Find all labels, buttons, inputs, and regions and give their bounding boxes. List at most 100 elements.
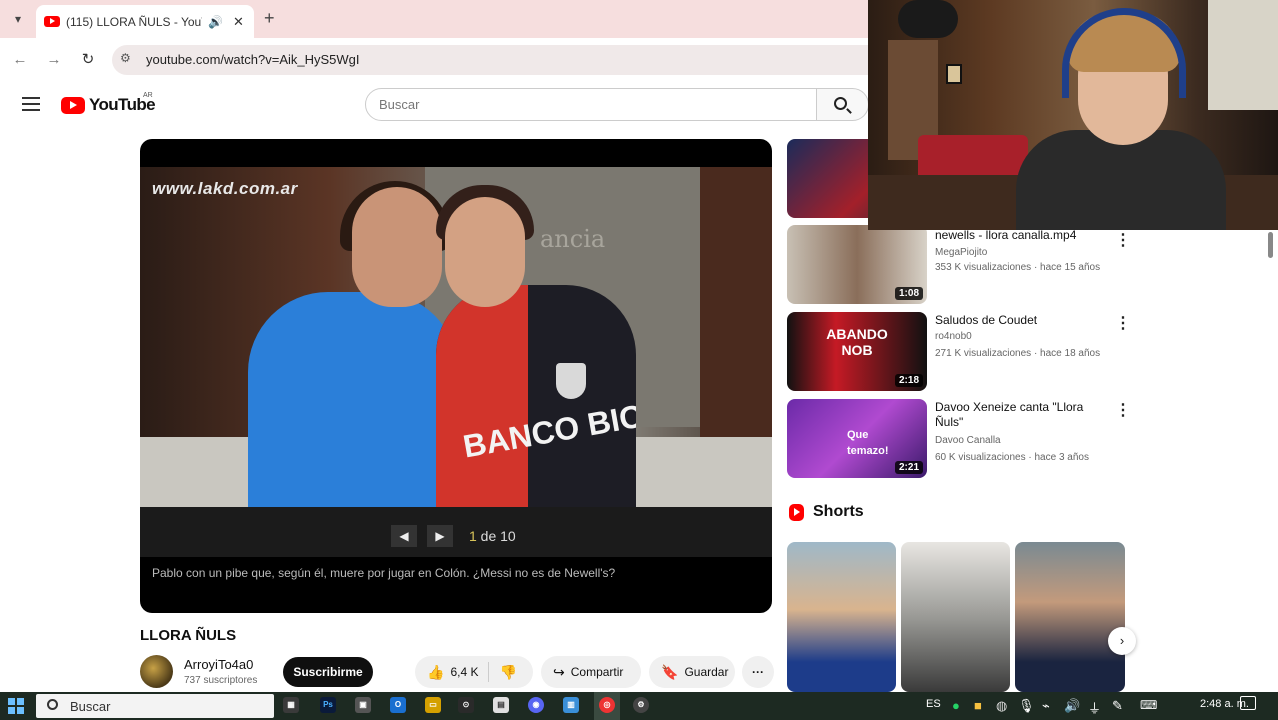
related-thumbnail[interactable]: ABANDO NOB 2:18 [787, 312, 927, 391]
gallery-caption: Pablo con un pibe que, según él, muere p… [152, 566, 616, 580]
save-label: Guardar [684, 665, 729, 679]
related-thumbnail[interactable]: Que temazo! 2:21 [787, 399, 927, 478]
obs-icon[interactable]: ⊙ [458, 697, 474, 713]
related-thumbnail[interactable]: 1:08 [787, 225, 927, 304]
search-button[interactable] [817, 88, 869, 121]
thumbs-up-icon[interactable]: 👍 [427, 664, 444, 681]
related-channel[interactable]: Davoo Canalla [935, 435, 1001, 446]
related-meta: 353 K visualizaciones · hace 15 años [935, 262, 1101, 273]
like-count: 6,4 K [450, 665, 479, 679]
new-tab-button[interactable]: + [264, 8, 275, 29]
discord-icon[interactable]: ◉ [528, 697, 544, 713]
calculator-icon[interactable]: ▣ [355, 697, 371, 713]
settings-app-icon[interactable]: ⚙ [633, 697, 649, 713]
photoshop-icon[interactable]: Ps [320, 697, 336, 713]
search-icon [834, 97, 847, 110]
outlook-icon[interactable]: O [390, 697, 406, 713]
notification-icon[interactable] [1240, 696, 1256, 710]
related-channel[interactable]: MegaPiojito [935, 247, 987, 258]
share-label: Compartir [570, 665, 624, 679]
related-title[interactable]: newells - llora canalla.mp4 [935, 228, 1110, 243]
language-indicator[interactable]: ES [926, 698, 941, 710]
windows-start-icon[interactable] [8, 698, 24, 714]
network-icon[interactable]: ⌁ [1042, 698, 1050, 714]
site-settings-icon[interactable]: ⚙ [120, 51, 131, 65]
share-button[interactable]: ↪ Compartir [541, 656, 641, 688]
usb-icon[interactable]: ⏚ [1088, 698, 1101, 717]
previous-arrow-icon: ◀ [391, 525, 417, 547]
thumbs-down-icon[interactable]: 👎 [499, 664, 516, 681]
pen-icon[interactable]: ✎ [1112, 698, 1123, 714]
related-channel[interactable]: ro4nob0 [935, 331, 972, 342]
volume-icon[interactable]: 🔊 [1064, 698, 1080, 714]
channel-subscribers: 737 suscriptores [184, 675, 258, 686]
chrome-icon[interactable]: ◎ [599, 697, 615, 713]
wall-sign-text: ancia [540, 225, 606, 253]
microphone-icon[interactable]: 🎙 [1018, 698, 1035, 714]
browser-tab-active[interactable]: (115) LLORA ÑULS - YouTube 🔊 ✕ [36, 5, 254, 38]
next-arrow-icon: ▶ [427, 525, 453, 547]
short-thumbnail[interactable] [1015, 542, 1125, 692]
short-thumbnail[interactable] [787, 542, 896, 692]
club-crest [556, 363, 586, 399]
shorts-heading: Shorts [813, 503, 864, 520]
file-explorer-icon[interactable]: ▭ [425, 697, 441, 713]
microphone [898, 0, 958, 38]
tab-search-chevron-icon[interactable]: ▾ [8, 9, 28, 29]
video-duration: 1:08 [894, 287, 923, 300]
youtube-favicon-icon [44, 16, 60, 27]
whatsapp-icon[interactable]: ● [952, 698, 960, 713]
task-view-icon[interactable]: ▦ [283, 697, 299, 713]
gallery-counter: 1 de 10 [469, 528, 516, 544]
more-options-icon[interactable]: ⋮ [1115, 230, 1131, 250]
more-actions-button[interactable]: ··· [742, 656, 774, 688]
shorts-icon [789, 504, 804, 521]
search-input[interactable] [365, 88, 817, 121]
video-frame-photo: ancia BANCO BICA www.lakd.com.ar [140, 167, 772, 507]
related-meta: 60 K visualizaciones · hace 3 años [935, 452, 1089, 463]
channel-name[interactable]: ArroyiTo4a0 [184, 657, 253, 672]
video-title: LLORA ÑULS [140, 627, 237, 644]
tray-app-icon[interactable]: ◍ [996, 698, 1007, 714]
subscribe-button[interactable]: Suscribirme [283, 657, 373, 687]
notepad-icon[interactable]: ▤ [493, 697, 509, 713]
youtube-logo[interactable]: YouTube AR [61, 92, 156, 115]
webcam-overlay [868, 0, 1278, 230]
screen: ▾ (115) LLORA ÑULS - YouTube 🔊 ✕ + ← → ↻… [0, 0, 1278, 720]
keyboard-icon[interactable]: ⌨ [1140, 698, 1157, 712]
search-icon [47, 699, 58, 710]
search-placeholder: Buscar [379, 97, 420, 112]
gallery-controls [140, 507, 772, 557]
bookmark-icon: 🔖 [661, 663, 679, 680]
back-arrow-icon[interactable]: ← [8, 48, 32, 72]
video-duration: 2:21 [894, 461, 923, 474]
page-scrollbar[interactable] [1268, 232, 1273, 258]
video-watermark: www.lakd.com.ar [152, 179, 298, 198]
app-tray-icon[interactable]: ■ [974, 698, 982, 713]
reload-icon[interactable]: ↻ [76, 48, 100, 72]
short-thumbnail[interactable] [901, 542, 1010, 692]
thumbnail-text: Que temazo! [847, 429, 889, 457]
video-duration: 2:18 [894, 374, 923, 387]
more-options-icon[interactable]: ⋮ [1115, 400, 1131, 420]
share-icon: ↪ [553, 663, 565, 680]
shorts-next-chevron-icon[interactable]: › [1108, 627, 1136, 655]
country-code: AR [143, 92, 153, 99]
youtube-play-icon [61, 96, 85, 114]
address-bar-url[interactable]: youtube.com/watch?v=Aik_HyS5WgI [146, 52, 360, 67]
forward-arrow-icon[interactable]: → [42, 48, 66, 72]
store-icon[interactable]: ▥ [563, 697, 579, 713]
close-tab-icon[interactable]: ✕ [233, 14, 244, 30]
related-meta: 271 K visualizaciones · hace 18 años [935, 348, 1101, 359]
channel-avatar[interactable] [140, 655, 173, 688]
thumbnail-text: ABANDO NOB [826, 326, 888, 358]
more-options-icon[interactable]: ⋮ [1115, 313, 1131, 333]
like-dislike-button[interactable]: 👍 6,4 K 👎 [415, 656, 533, 688]
video-player[interactable]: ancia BANCO BICA www.lakd.com.ar ◀ ▶ 1 d… [140, 139, 772, 613]
related-title[interactable]: Saludos de Coudet [935, 313, 1110, 328]
save-button[interactable]: 🔖 Guardar [649, 656, 735, 688]
related-title[interactable]: Davoo Xeneize canta "Llora Ñuls" [935, 400, 1110, 430]
speaker-icon[interactable]: 🔊 [208, 15, 223, 29]
tab-title: (115) LLORA ÑULS - YouTube [66, 14, 202, 29]
hamburger-menu-icon[interactable] [22, 97, 40, 111]
